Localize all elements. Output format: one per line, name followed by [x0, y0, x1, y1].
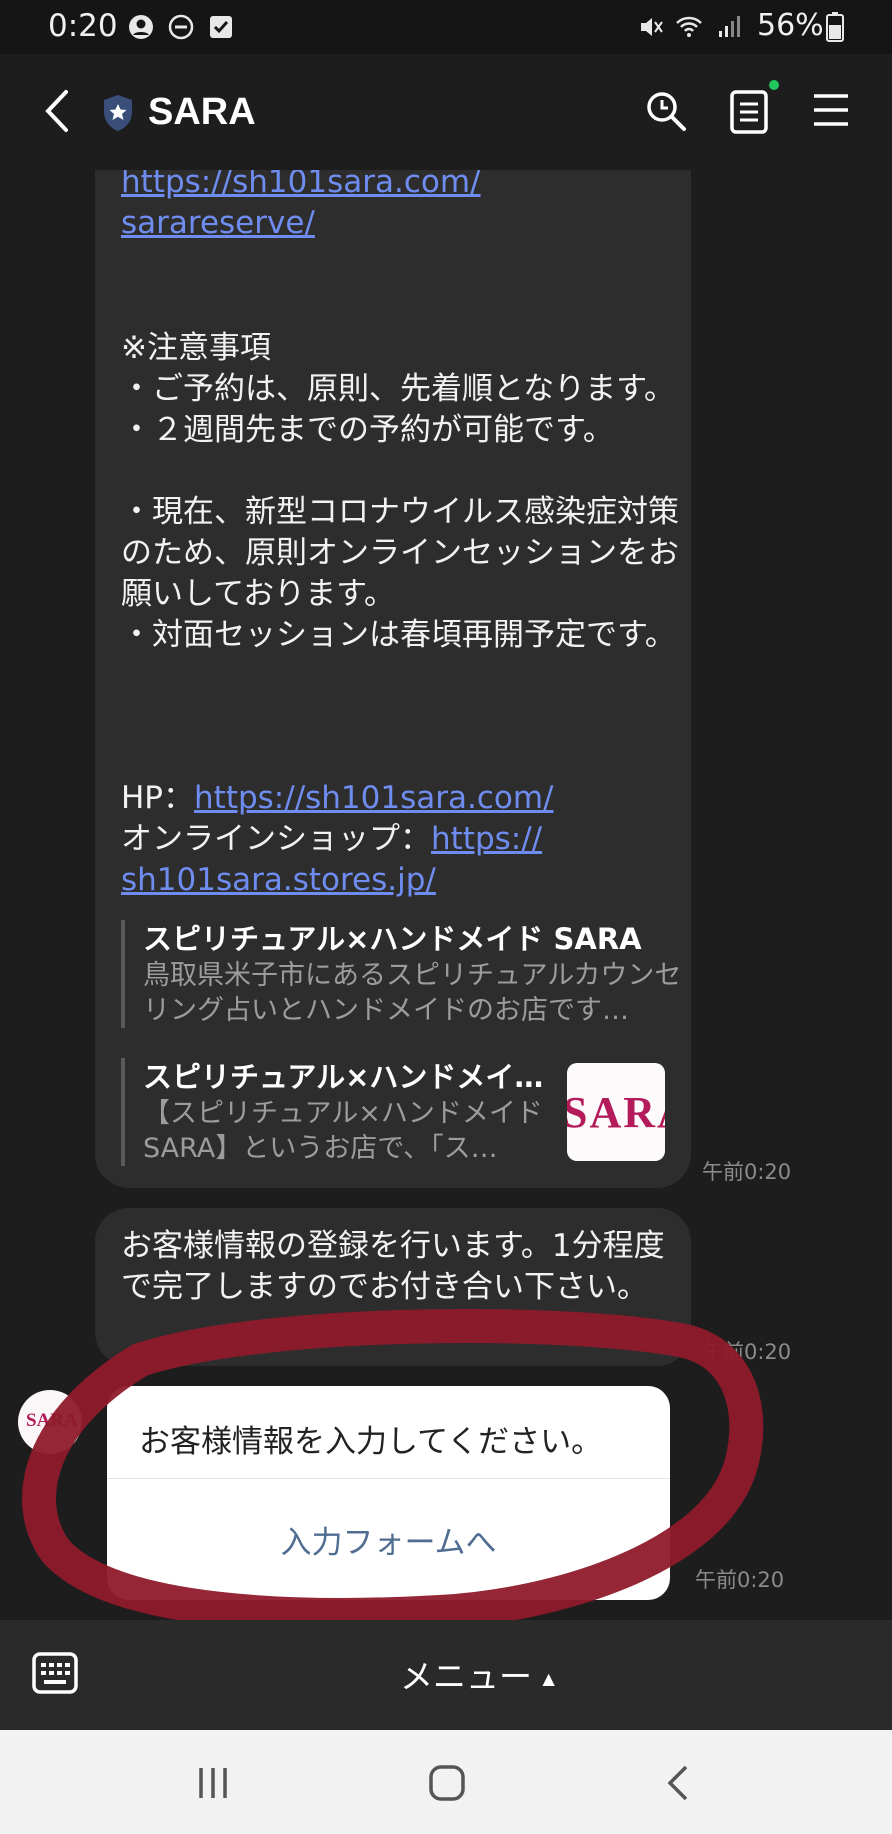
message-timestamp: 午前0:20 — [702, 1160, 792, 1184]
status-time: 0:20 — [48, 8, 118, 44]
hp-label: HP： — [121, 780, 195, 816]
menu-arrow-icon: ▲ — [542, 1669, 555, 1688]
link-preview-thumbnail[interactable]: SARA — [567, 1063, 665, 1161]
back-icon[interactable] — [664, 1764, 692, 1802]
message-bubble — [95, 170, 691, 1188]
search-icon[interactable] — [645, 90, 687, 132]
input-form-button[interactable]: 入力フォームへ — [107, 1479, 670, 1600]
menu-icon[interactable] — [812, 92, 850, 128]
home-icon[interactable] — [428, 1764, 466, 1802]
recent-apps-icon[interactable] — [195, 1766, 231, 1800]
card-title: お客様情報を入力してください。 — [139, 1424, 603, 1460]
notification-dot — [769, 80, 779, 90]
shop-label: オンラインショップ： — [121, 821, 431, 857]
system-nav-bar — [0, 1730, 892, 1834]
message-links: HP：https://sh101sara.com/ オンラインショップ：http… — [121, 778, 681, 901]
do-not-disturb-icon — [168, 14, 194, 40]
message-url[interactable]: https://sh101sara.com/ sarareserve/ — [121, 170, 681, 244]
message-timestamp: 午前0:20 — [702, 1340, 792, 1364]
mute-icon — [641, 18, 663, 36]
avatar[interactable]: SARA — [18, 1390, 82, 1454]
form-card: お客様情報を入力してください。 入力フォームへ — [107, 1386, 670, 1600]
account-circle-icon — [129, 15, 153, 39]
menu-label: メニュー — [400, 1657, 532, 1696]
shop-link-line2[interactable]: sh101sara.stores.jp/ — [121, 862, 436, 898]
battery-icon — [826, 12, 844, 42]
status-bar: 0:20 56% — [0, 0, 892, 54]
message-notes: ※注意事項 ・ご予約は、原則、先着順となります。 ・２週間先までの予約が可能です… — [121, 330, 679, 653]
bottom-bar: メニュー ▲ — [0, 1620, 892, 1730]
battery-percent: 56% — [757, 8, 824, 43]
shield-star-icon — [104, 95, 132, 131]
menu-toggle[interactable]: メニュー ▲ — [400, 1650, 555, 1698]
link-preview-title: スピリチュアル×ハンドメイド SARA — [143, 922, 642, 956]
chat-header: SARA — [0, 54, 892, 170]
link-preview[interactable]: スピリチュアル×ハンドメイ… 【スピリチュアル×ハンドメイドSARA】というお店… — [121, 1058, 563, 1166]
hp-link[interactable]: https://sh101sara.com/ — [194, 780, 553, 816]
keyboard-icon[interactable] — [32, 1652, 78, 1694]
link-preview-description: 鳥取県米子市にあるスピリチュアルカウンセリング占いとハンドメイドのお店です… — [143, 960, 682, 1026]
link-preview-description: 【スピリチュアル×ハンドメイドSARA】というお店で、「ス… — [143, 1098, 543, 1164]
link-preview-title: スピリチュアル×ハンドメイ… — [143, 1060, 544, 1094]
chat-title: SARA — [148, 91, 256, 133]
link-preview[interactable]: スピリチュアル×ハンドメイド SARA 鳥取県米子市にあるスピリチュアルカウンセ… — [121, 920, 683, 1028]
wifi-icon — [676, 16, 702, 37]
signal-icon — [719, 16, 740, 37]
message-text: お客様情報の登録を行います。1分程度で完了しますのでお付き合い下さい。 — [121, 1228, 665, 1305]
message-timestamp: 午前0:20 — [695, 1568, 785, 1592]
shop-link-line1[interactable]: https:// — [431, 821, 542, 857]
checkbox-icon — [210, 16, 232, 38]
notes-icon[interactable] — [730, 88, 770, 134]
back-arrow-icon[interactable] — [42, 88, 72, 134]
